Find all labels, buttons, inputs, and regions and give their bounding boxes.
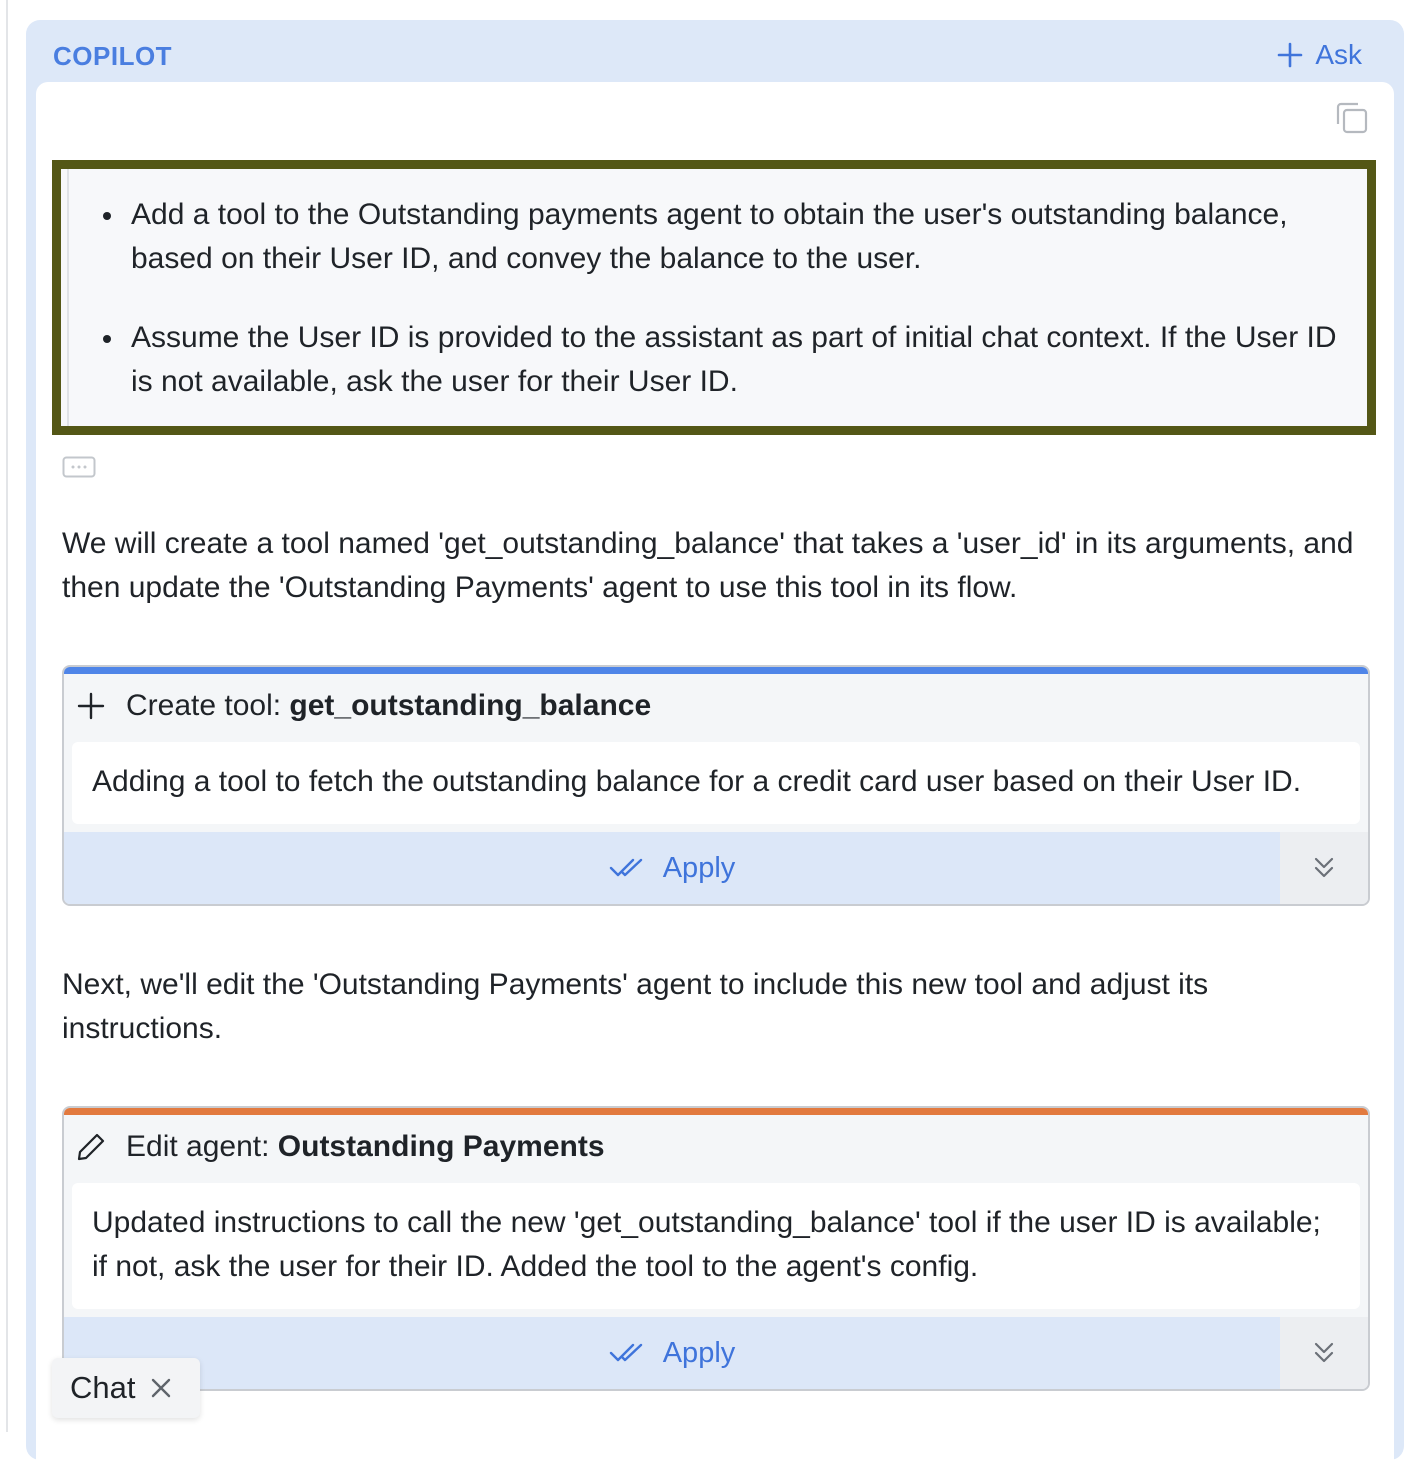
card-header: Edit agent: Outstanding Payments bbox=[64, 1115, 1368, 1179]
ask-button[interactable]: Ask bbox=[1277, 38, 1362, 72]
card-target-name: get_outstanding_balance bbox=[289, 689, 652, 722]
edit-agent-card: Edit agent: Outstanding Payments Updated… bbox=[62, 1106, 1370, 1391]
chevrons-down-icon bbox=[1314, 857, 1334, 878]
left-divider bbox=[6, 0, 8, 1432]
apply-button[interactable]: Apply bbox=[64, 832, 1280, 904]
expand-button[interactable] bbox=[1280, 1317, 1368, 1389]
card-description: Adding a tool to fetch the outstanding b… bbox=[72, 742, 1360, 824]
card-action: Create tool: bbox=[126, 689, 290, 722]
card-accent-bar bbox=[64, 1108, 1368, 1115]
plus-icon bbox=[77, 692, 105, 720]
assistant-middle: Next, we'll edit the 'Outstanding Paymen… bbox=[62, 968, 1209, 1045]
copy-icon[interactable] bbox=[1334, 100, 1370, 136]
chat-tab-label: Chat bbox=[70, 1370, 136, 1405]
message-icon bbox=[62, 456, 96, 478]
assistant-intro: We will create a tool named 'get_outstan… bbox=[62, 527, 1354, 604]
card-target-name: Outstanding Payments bbox=[277, 1130, 605, 1163]
apply-button[interactable]: Apply bbox=[64, 1317, 1280, 1389]
chat-content[interactable]: Add a tool to the Outstanding payments a… bbox=[36, 82, 1394, 1460]
chevrons-down-icon bbox=[1314, 1342, 1334, 1363]
apply-label: Apply bbox=[662, 851, 736, 884]
double-check-icon bbox=[609, 858, 642, 877]
card-footer: Apply bbox=[64, 1317, 1368, 1389]
create-tool-card: Create tool: get_outstanding_balance Add… bbox=[62, 665, 1370, 906]
user-bullet: Assume the User ID is provided to the as… bbox=[103, 316, 1361, 404]
quote-line bbox=[67, 169, 69, 426]
panel-title: COPILOT bbox=[53, 41, 173, 71]
panel-header: COPILOT Ask bbox=[26, 20, 1404, 82]
close-icon[interactable] bbox=[149, 1376, 173, 1400]
card-title: Create tool: get_outstanding_balance bbox=[126, 689, 651, 723]
card-title: Edit agent: Outstanding Payments bbox=[126, 1130, 605, 1164]
expand-button[interactable] bbox=[1280, 832, 1368, 904]
plus-icon bbox=[1278, 42, 1303, 68]
user-bullet: Add a tool to the Outstanding payments a… bbox=[103, 193, 1361, 281]
card-accent-bar bbox=[64, 667, 1368, 674]
card-header: Create tool: get_outstanding_balance bbox=[64, 674, 1368, 738]
pencil-icon bbox=[77, 1133, 105, 1161]
ask-label: Ask bbox=[1315, 39, 1362, 70]
apply-label: Apply bbox=[662, 1336, 736, 1369]
chat-tab[interactable]: Chat bbox=[52, 1358, 200, 1418]
user-message-list: Add a tool to the Outstanding payments a… bbox=[103, 193, 1361, 439]
user-message: Add a tool to the Outstanding payments a… bbox=[52, 160, 1376, 435]
card-action: Edit agent: bbox=[126, 1130, 278, 1163]
card-footer: Apply bbox=[64, 832, 1368, 904]
card-description: Updated instructions to call the new 'ge… bbox=[72, 1183, 1360, 1309]
copilot-panel: COPILOT Ask Add a tool to the Outstandin… bbox=[26, 20, 1404, 1460]
double-check-icon bbox=[609, 1343, 642, 1362]
